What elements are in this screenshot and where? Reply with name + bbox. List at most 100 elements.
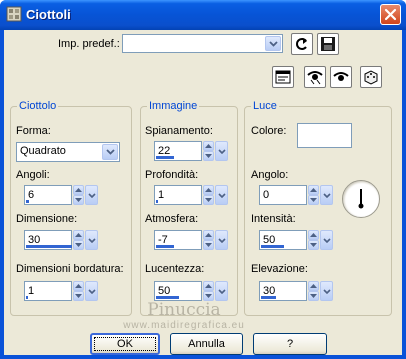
atmosfera-input[interactable]: -7	[154, 230, 202, 250]
randomize-button[interactable]	[360, 66, 382, 88]
eye-toggle-button[interactable]	[304, 66, 326, 88]
chevron-down-icon	[218, 289, 226, 294]
floppy-save-icon	[321, 37, 335, 51]
lucentezza-slider-button[interactable]	[215, 281, 228, 301]
triangle-up-icon	[75, 188, 82, 192]
angoli-slider-button[interactable]	[85, 185, 98, 205]
profondita-increment-button[interactable]	[203, 185, 214, 195]
triangle-down-icon	[310, 243, 317, 247]
dimensione-increment-button[interactable]	[73, 230, 84, 240]
elevazione-spinner[interactable]: 30	[259, 281, 333, 301]
angoli-input[interactable]: 6	[24, 185, 72, 205]
angolo-input[interactable]: 0	[259, 185, 307, 205]
lucentezza-increment-button[interactable]	[203, 281, 214, 291]
spianamento-label: Spianamento:	[145, 125, 213, 137]
triangle-up-icon	[205, 233, 212, 237]
chevron-down-icon	[106, 149, 115, 155]
proof-preview-button[interactable]	[272, 66, 294, 88]
triangle-down-icon	[75, 294, 82, 298]
lucentezza-input[interactable]: 50	[154, 281, 202, 301]
triangle-down-icon	[75, 198, 82, 202]
forma-dropdown-button[interactable]	[102, 144, 118, 160]
group-luce-title: Luce	[251, 100, 279, 112]
dimensione-input[interactable]: 30	[24, 230, 72, 250]
chevron-down-icon	[88, 289, 96, 294]
intensita-increment-button[interactable]	[308, 230, 319, 240]
bordatura-decrement-button[interactable]	[73, 291, 84, 301]
atmosfera-decrement-button[interactable]	[203, 240, 214, 250]
cancel-button[interactable]: Annulla	[170, 333, 243, 355]
reset-preset-button[interactable]	[291, 33, 313, 55]
light-color-swatch[interactable]	[297, 123, 352, 148]
eye-toggle-icon	[307, 71, 323, 85]
angoli-spinner[interactable]: 6	[24, 185, 98, 205]
ciottoli-app-icon	[6, 6, 22, 22]
atmosfera-spinner[interactable]: -7	[154, 230, 228, 250]
elevazione-increment-button[interactable]	[308, 281, 319, 291]
profondita-spinner[interactable]: 1	[154, 185, 228, 205]
intensita-spinner[interactable]: 50	[259, 230, 333, 250]
watermark-line1: Pinuccia	[147, 300, 221, 320]
bordatura-increment-button[interactable]	[73, 281, 84, 291]
elevazione-decrement-button[interactable]	[308, 291, 319, 301]
triangle-up-icon	[310, 233, 317, 237]
dimensione-spinner[interactable]: 30	[24, 230, 98, 250]
spianamento-decrement-button[interactable]	[203, 151, 214, 161]
forma-value: Quadrato	[20, 145, 66, 157]
intensita-input[interactable]: 50	[259, 230, 307, 250]
help-button[interactable]: ?	[253, 333, 327, 355]
profondita-slider-button[interactable]	[215, 185, 228, 205]
angolo-spinner[interactable]: 0	[259, 185, 333, 205]
ok-button[interactable]: OK	[90, 333, 160, 355]
spianamento-spinner[interactable]: 22	[154, 141, 228, 161]
lucentezza-spinner[interactable]: 50	[154, 281, 228, 301]
angoli-decrement-button[interactable]	[73, 195, 84, 205]
triangle-down-icon	[205, 154, 212, 158]
profondita-input[interactable]: 1	[154, 185, 202, 205]
elevazione-slider-button[interactable]	[320, 281, 333, 301]
preview-window-icon	[275, 70, 291, 84]
save-preset-button[interactable]	[317, 33, 339, 55]
eye-button[interactable]	[330, 66, 352, 88]
triangle-down-icon	[75, 243, 82, 247]
forma-select[interactable]: Quadrato	[16, 142, 120, 162]
title-bar[interactable]: Ciottoli	[0, 0, 406, 30]
angle-dial[interactable]	[342, 180, 380, 218]
lucentezza-label: Lucentezza:	[145, 263, 205, 275]
spianamento-increment-button[interactable]	[203, 141, 214, 151]
bordatura-label: Dimensioni bordatura:	[16, 263, 124, 275]
spianamento-slider-button[interactable]	[215, 141, 228, 161]
triangle-down-icon	[205, 294, 212, 298]
dimensione-label: Dimensione:	[16, 213, 78, 225]
atmosfera-slider-button[interactable]	[215, 230, 228, 250]
close-button[interactable]	[380, 4, 401, 25]
spianamento-input[interactable]: 22	[154, 141, 202, 161]
intensita-decrement-button[interactable]	[308, 240, 319, 250]
angolo-slider-button[interactable]	[320, 185, 333, 205]
bordatura-spinner[interactable]: 1	[24, 281, 98, 301]
angoli-label: Angoli:	[16, 169, 50, 181]
preset-dropdown-button[interactable]	[265, 36, 281, 51]
colore-label: Colore:	[251, 125, 287, 137]
angolo-decrement-button[interactable]	[308, 195, 319, 205]
angoli-increment-button[interactable]	[73, 185, 84, 195]
group-immagine-title: Immagine	[147, 100, 200, 112]
elevazione-input[interactable]: 30	[259, 281, 307, 301]
profondita-level-bar	[156, 200, 158, 203]
dimensione-slider-button[interactable]	[85, 230, 98, 250]
dimensione-level-bar	[26, 245, 72, 248]
bordatura-value: 1	[28, 285, 35, 297]
angolo-increment-button[interactable]	[308, 185, 319, 195]
chevron-down-icon	[88, 238, 96, 243]
watermark-line2: www.maidiregrafica.eu	[123, 320, 245, 331]
watermark: Pinuccia www.maidiregrafica.eu	[84, 300, 284, 331]
triangle-up-icon	[205, 188, 212, 192]
profondita-decrement-button[interactable]	[203, 195, 214, 205]
intensita-level-bar	[261, 245, 284, 248]
intensita-slider-button[interactable]	[320, 230, 333, 250]
bordatura-slider-button[interactable]	[85, 281, 98, 301]
atmosfera-increment-button[interactable]	[203, 230, 214, 240]
bordatura-input[interactable]: 1	[24, 281, 72, 301]
preset-select[interactable]	[122, 34, 283, 53]
dimensione-decrement-button[interactable]	[73, 240, 84, 250]
